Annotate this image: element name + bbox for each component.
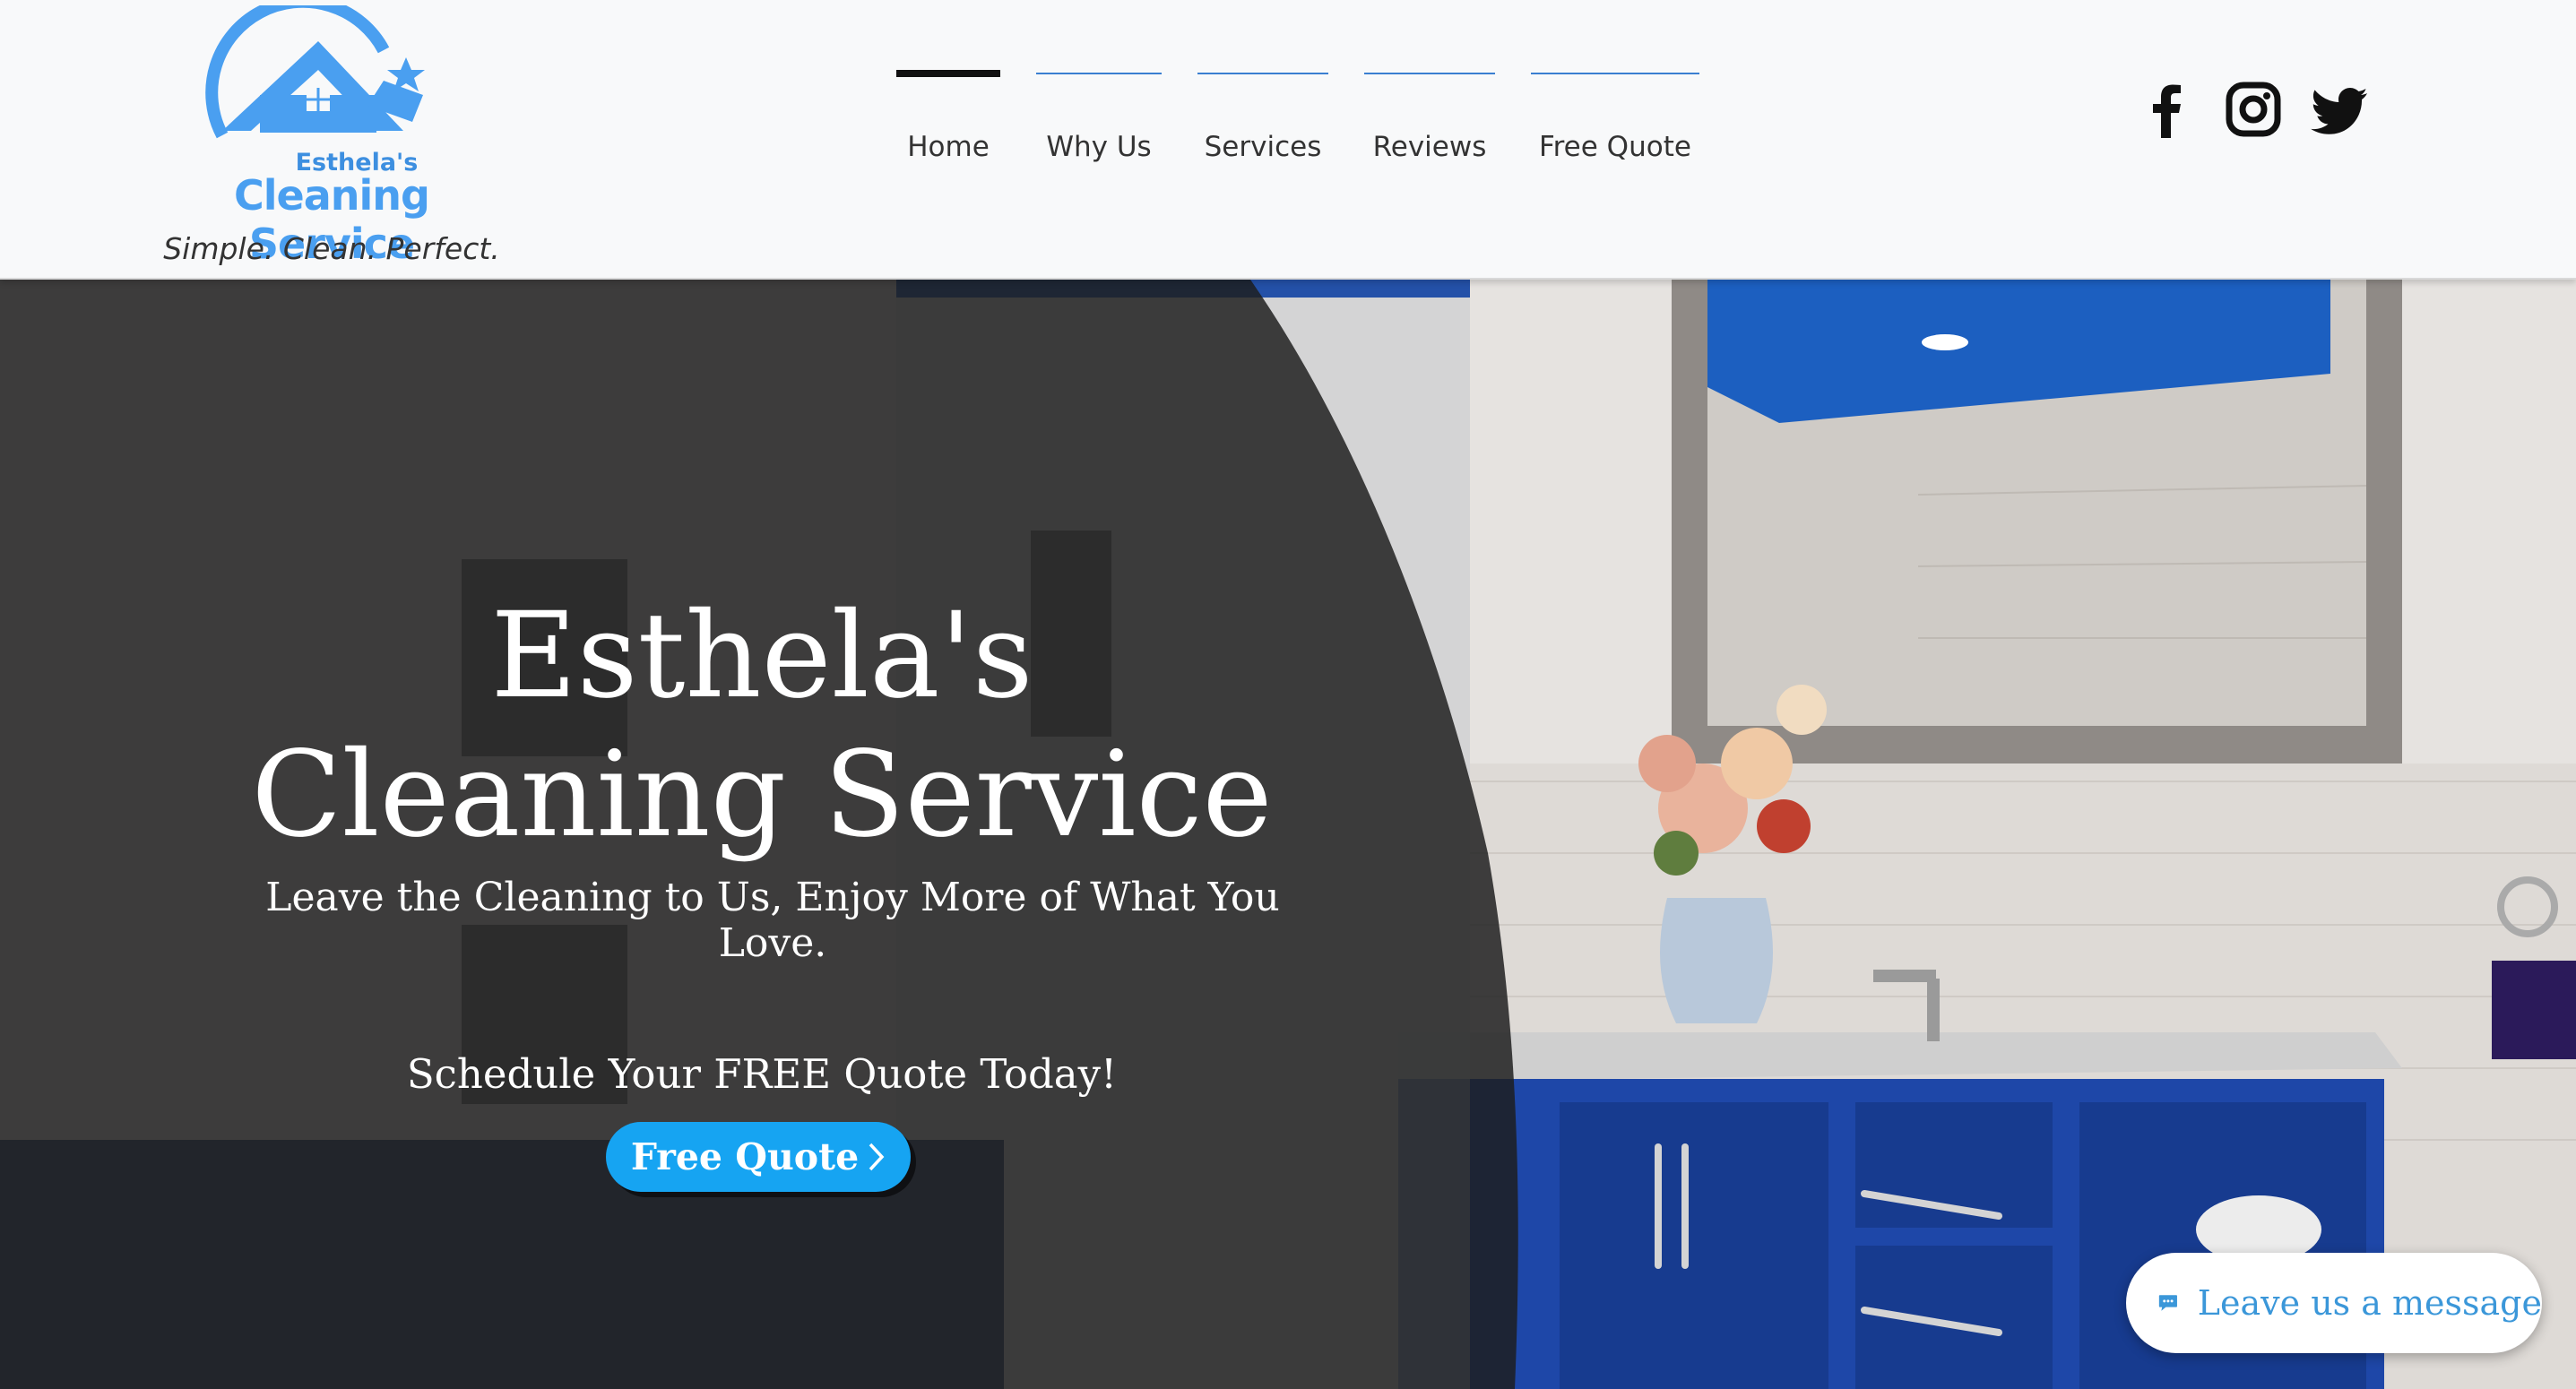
logo-house-icon <box>205 0 425 139</box>
nav-underline <box>1036 73 1162 74</box>
chat-widget-button[interactable]: Leave us a message <box>2126 1253 2542 1353</box>
nav-label: Services <box>1204 131 1322 163</box>
hero-section: Esthela's Cleaning Service Leave the Cle… <box>0 280 2576 1389</box>
nav-item-free-quote[interactable]: Free Quote <box>1531 70 1699 177</box>
nav-item-why-us[interactable]: Why Us <box>1036 70 1162 177</box>
nav-item-reviews[interactable]: Reviews <box>1364 70 1495 177</box>
nav-label: Home <box>907 131 990 163</box>
hero-title-line1: Esthela's <box>490 587 1033 725</box>
twitter-icon[interactable] <box>2311 81 2368 138</box>
nav-label: Why Us <box>1046 131 1152 163</box>
nav-item-home[interactable]: Home <box>896 70 1000 177</box>
nav-underline <box>1197 73 1328 74</box>
hero-subtitle: Leave the Cleaning to Us, Enjoy More of … <box>265 875 1280 966</box>
chat-widget-label: Leave us a message <box>2197 1283 2542 1323</box>
nav-underline <box>1531 73 1699 74</box>
nav-active-indicator <box>896 70 1000 77</box>
logo[interactable]: Esthela's Cleaning Service Simple. Clean… <box>152 0 511 274</box>
nav-underline <box>1364 73 1495 74</box>
hero-cta-text: Schedule Your FREE Quote Today! <box>406 1050 1118 1098</box>
nav-label: Free Quote <box>1539 131 1691 163</box>
instagram-icon[interactable] <box>2225 81 2282 138</box>
hero-title-line2: Cleaning Service <box>251 726 1273 864</box>
nav-item-services[interactable]: Services <box>1197 70 1328 177</box>
chat-bubble-icon <box>2158 1295 2177 1311</box>
site-header: Esthela's Cleaning Service Simple. Clean… <box>0 0 2576 280</box>
free-quote-button-label: Free Quote <box>630 1135 860 1178</box>
chevron-right-icon <box>869 1143 885 1171</box>
free-quote-button[interactable]: Free Quote <box>606 1122 911 1192</box>
nav-label: Reviews <box>1372 131 1487 163</box>
logo-tagline: Simple. Clean. Perfect. <box>163 231 500 266</box>
facebook-icon[interactable] <box>2139 81 2196 138</box>
